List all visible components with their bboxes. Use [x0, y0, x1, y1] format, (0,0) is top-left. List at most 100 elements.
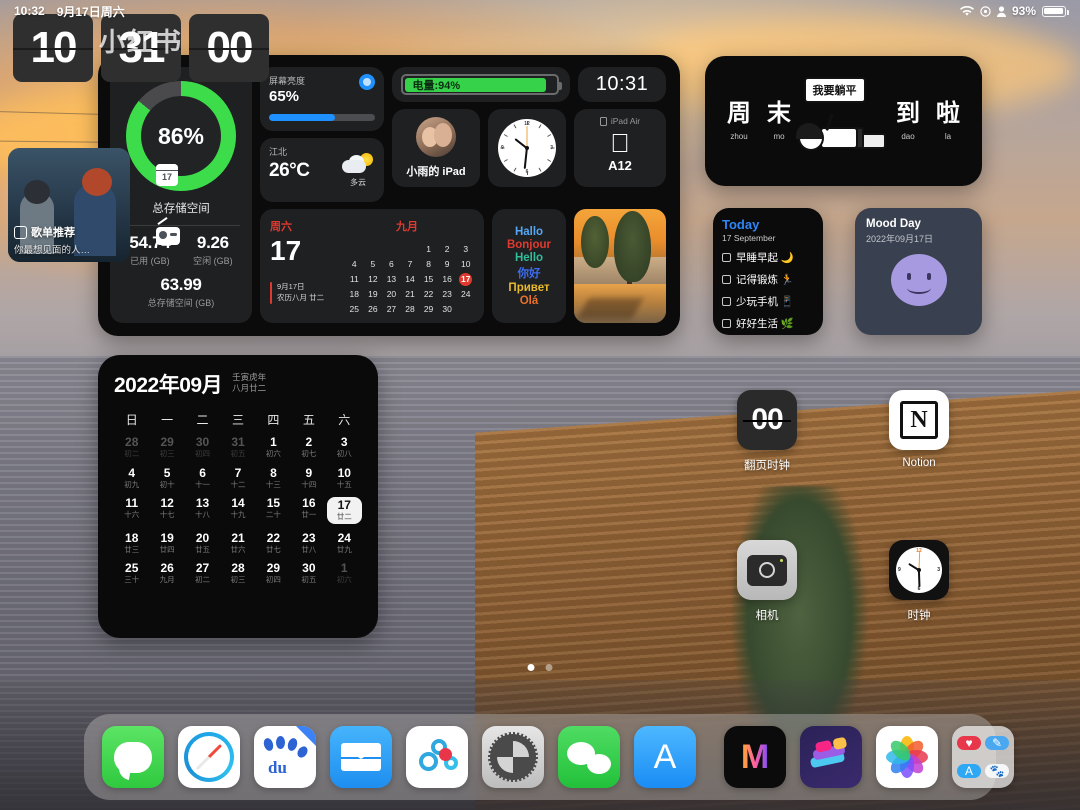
mail-icon[interactable]: [330, 726, 392, 788]
calendar-day-cell[interactable]: 24 廿九: [327, 531, 362, 555]
calendar-day-cell[interactable]: 10 十五: [327, 466, 362, 490]
calendar-day-cell[interactable]: 21 廿六: [220, 531, 255, 555]
mini-calendar-day: 10: [460, 259, 471, 269]
clock-tick: [527, 171, 528, 175]
calendar-grid: 日一二三四五六 28 初二 29 初三 30 初四 31 初五 1 初六 2 初七 3 初八 4 初九 5 初十 6 十…: [114, 411, 362, 585]
baidu-icon[interactable]: du: [254, 726, 316, 788]
calendar-day-cell[interactable]: 5 初十: [149, 466, 184, 490]
device-model-widget[interactable]: iPad Air  A12: [574, 109, 666, 187]
sun-icon: [359, 74, 375, 90]
todo-checkbox[interactable]: [722, 297, 731, 306]
calendar-day-cell[interactable]: 15 二十: [256, 496, 291, 524]
app-clock[interactable]: 12 3 6 9 时钟: [871, 540, 967, 623]
weather-text: 江北 26°C: [269, 145, 310, 195]
calendar-day-cell[interactable]: 7 十二: [220, 466, 255, 490]
calendar-day-lunar: 廿二: [336, 512, 352, 522]
calendar-day-cell[interactable]: 9 十四: [291, 466, 326, 490]
calendar-day-cell[interactable]: 20 廿五: [185, 531, 220, 555]
month-calendar-widget[interactable]: 2022年09月 壬寅虎年 八月廿二 日一二三四五六 28 初二 29 初三 30 初四 31…: [98, 355, 378, 638]
storage-widget[interactable]: 86% 总存储空间 54.74 已用 (GB) 9.26 空闲 (GB) 63.…: [110, 67, 252, 323]
music-cover[interactable]: 歌单推荐 你最想见面的人…: [8, 148, 130, 262]
notion-icon: N: [889, 390, 949, 450]
calendar-day-cell[interactable]: 14 十九: [220, 496, 255, 524]
calendar-day-cell[interactable]: 19 廿四: [149, 531, 184, 555]
todo-item[interactable]: 少玩手机 📱: [722, 294, 814, 309]
todo-checkbox[interactable]: [722, 253, 731, 262]
calendar-day-cell[interactable]: 6 十一: [185, 466, 220, 490]
app-camera[interactable]: 相机: [719, 540, 815, 623]
calendar-day-cell[interactable]: 22 廿七: [256, 531, 291, 555]
folder-icon[interactable]: ♥ ✎ A 🐾: [952, 726, 1014, 788]
weekend-han: 啦: [936, 99, 960, 127]
baidu-netdisk-icon[interactable]: [406, 726, 468, 788]
calendar-day-cell[interactable]: 25 三十: [114, 562, 149, 585]
today-todo-widget[interactable]: Today 17 September 早睡早起 🌙 记得锻炼 🏃 少玩手机 📱 好好生…: [713, 208, 823, 335]
mood-day-widget[interactable]: Mood Day 2022年09月17日: [855, 208, 982, 335]
todo-item[interactable]: 早睡早起 🌙: [722, 250, 814, 265]
battery-icon: [1042, 5, 1069, 17]
brightness-slider[interactable]: [269, 114, 375, 121]
calendar-day-cell[interactable]: 12 十七: [149, 496, 184, 524]
calendar-day-cell[interactable]: 1 初六: [327, 562, 362, 585]
date-calendar-widget[interactable]: 周六 九月 17 9月17日 农历八月 廿二 ....1234567891011…: [260, 209, 484, 323]
storage-free: 9.26 空闲 (GB): [193, 233, 233, 267]
photos-icon[interactable]: [876, 726, 938, 788]
calendar-day-cell[interactable]: 28 初二: [114, 435, 149, 459]
widgy-icon[interactable]: [800, 726, 862, 788]
calendar-day-cell[interactable]: 27 初二: [185, 562, 220, 585]
todo-item[interactable]: 好好生活 🌿: [722, 316, 814, 331]
todo-checkbox[interactable]: [722, 275, 731, 284]
appstore-icon[interactable]: A: [634, 726, 696, 788]
calendar-day-cell[interactable]: 29 初四: [256, 562, 291, 585]
page-dots[interactable]: [527, 664, 553, 671]
settings-icon[interactable]: [482, 726, 544, 788]
calendar-day-cell[interactable]: 26 九月: [149, 562, 184, 585]
analog-clock-widget[interactable]: 12 3 6 9: [488, 109, 566, 187]
status-bar-left: 10:32 9月17日周六: [14, 3, 125, 20]
brightness-widget[interactable]: 屏幕亮度 65%: [260, 67, 384, 131]
page-dot-1[interactable]: [527, 664, 535, 671]
calendar-day-cell[interactable]: 28 初三: [220, 562, 255, 585]
calendar-day-number: 29: [160, 435, 174, 449]
calendar-day-cell[interactable]: 13 十八: [185, 496, 220, 524]
weather-widget[interactable]: 江北 26°C 多云: [260, 138, 384, 202]
battery-level-widget[interactable]: 电量:94%: [392, 67, 570, 102]
calendar-day-cell[interactable]: 16 廿一: [291, 496, 326, 524]
calendar-day-cell[interactable]: 23 廿八: [291, 531, 326, 555]
calendar-day-cell[interactable]: 2 初七: [291, 435, 326, 459]
widget-stack-main[interactable]: 86% 总存储空间 54.74 已用 (GB) 9.26 空闲 (GB) 63.…: [98, 55, 680, 336]
device-name-widget[interactable]: 小雨的 iPad: [392, 109, 480, 187]
storage-total-label: 总存储空间 (GB): [147, 298, 215, 308]
divider: [122, 225, 240, 226]
calendar-day-cell[interactable]: 17 廿二: [326, 497, 362, 524]
safari-icon[interactable]: [178, 726, 240, 788]
calendar-day-lunar: 十四: [301, 479, 317, 489]
calendar-weekday: 二: [196, 413, 209, 427]
calendar-day-cell[interactable]: 8 十三: [256, 466, 291, 490]
digital-time-widget[interactable]: 10:31: [578, 67, 666, 102]
storage-percent: 86%: [157, 122, 205, 149]
messages-icon[interactable]: [102, 726, 164, 788]
weekend-banner-widget[interactable]: 周 zhou 末 mo 我要躺平 到 dao 啦 la: [705, 56, 982, 186]
page-dot-2[interactable]: [545, 664, 553, 671]
calendar-day-cell[interactable]: 31 初五: [220, 435, 255, 459]
todo-item[interactable]: 记得锻炼 🏃: [722, 272, 814, 287]
calendar-day-cell[interactable]: 4 初九: [114, 466, 149, 490]
greetings-widget[interactable]: Hallo Bonjour Hello 你好 Привет Olá: [492, 209, 566, 323]
app-notion[interactable]: N Notion: [871, 390, 967, 469]
app-flip-clock[interactable]: 00 翻页时钟: [719, 390, 815, 473]
device-model-header: iPad Air: [599, 116, 640, 126]
calendar-day-cell[interactable]: 30 初四: [185, 435, 220, 459]
calendar-day-cell[interactable]: 1 初六: [256, 435, 291, 459]
folder-item-4: 🐾: [985, 764, 1009, 778]
calendar-day-cell[interactable]: 18 廿三: [114, 531, 149, 555]
calendar-day-cell[interactable]: 3 初八: [327, 435, 362, 459]
todo-checkbox[interactable]: [722, 319, 731, 328]
calendar-day-cell[interactable]: 11 十六: [114, 496, 149, 524]
calendar-day-lunar: 十三: [265, 479, 281, 489]
wechat-icon[interactable]: [558, 726, 620, 788]
m-app-icon[interactable]: M: [724, 726, 786, 788]
photo-widget[interactable]: [574, 209, 666, 323]
calendar-day-cell[interactable]: 29 初三: [149, 435, 184, 459]
calendar-day-cell[interactable]: 30 初五: [291, 562, 326, 585]
